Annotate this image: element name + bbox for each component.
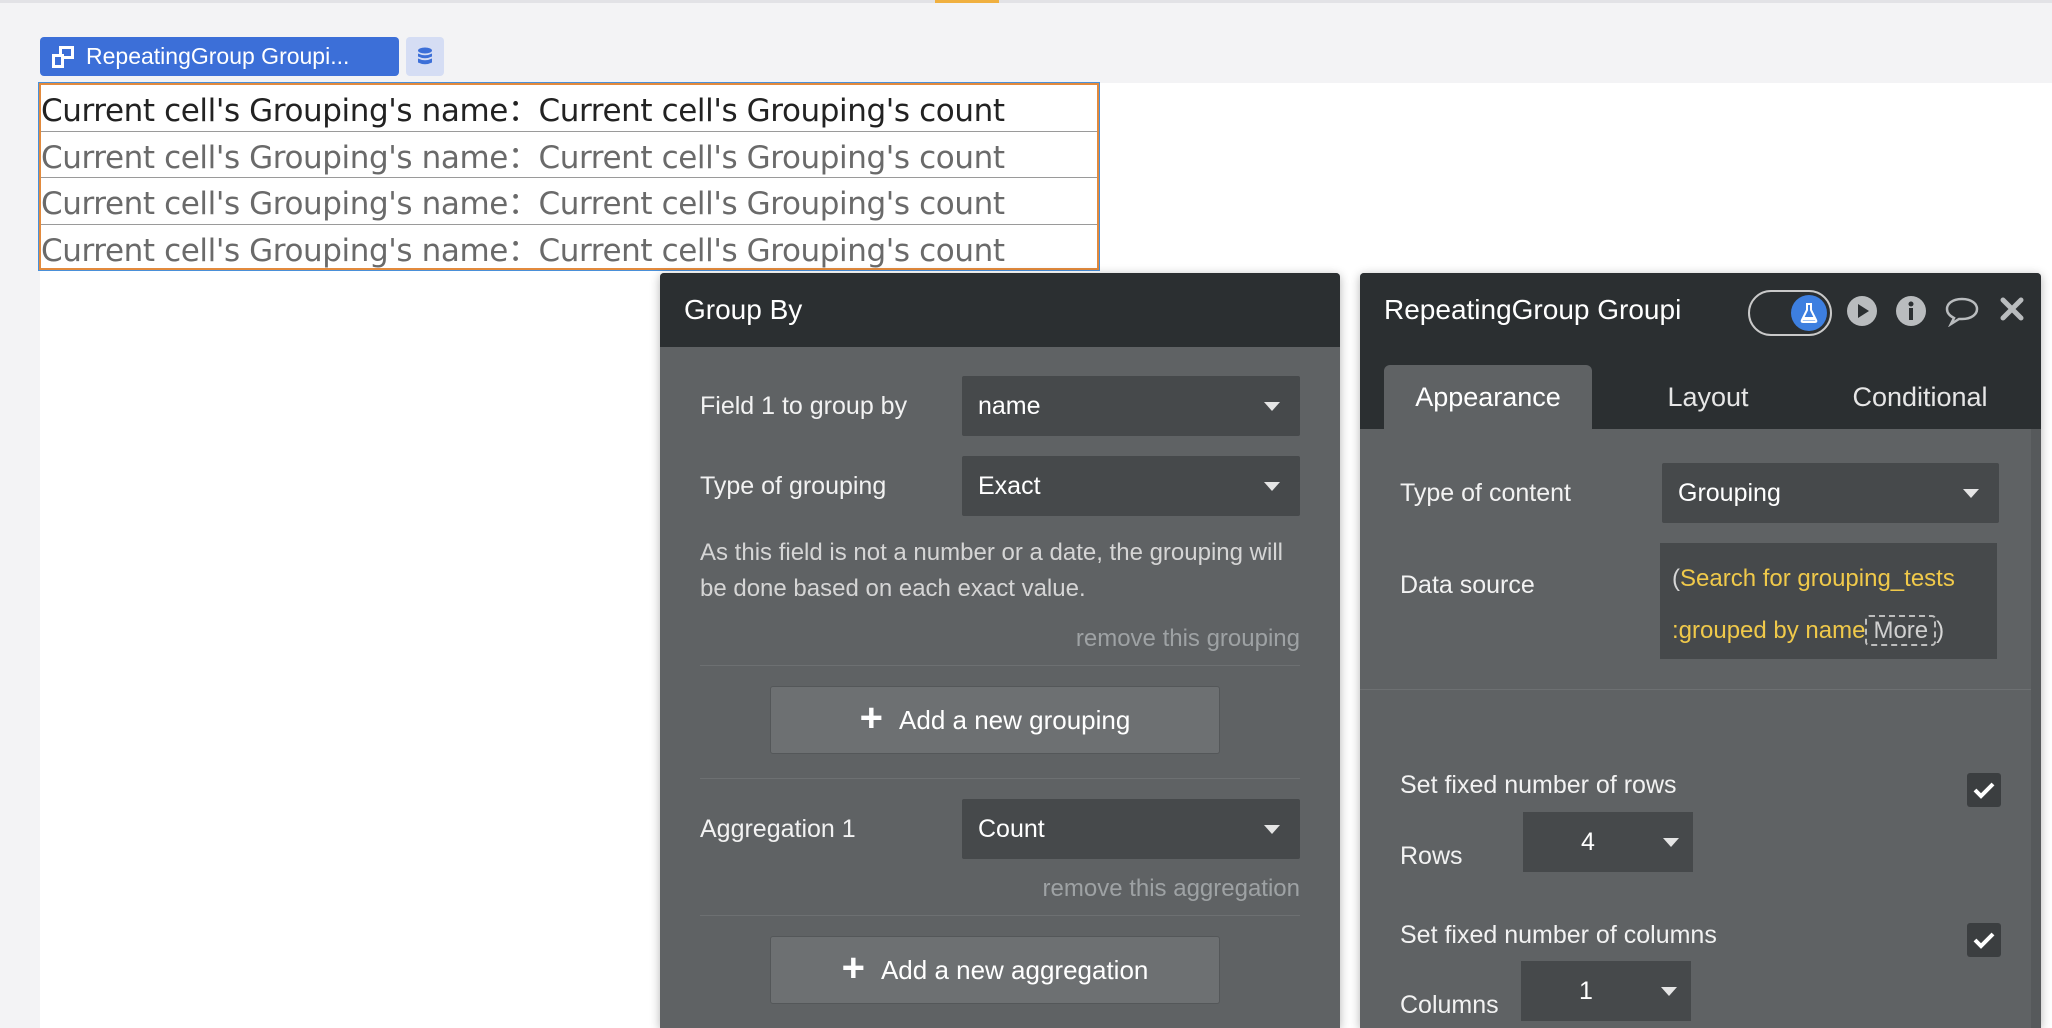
info-icon[interactable]	[1895, 295, 1927, 327]
type-of-content-row: Type of content Grouping	[1400, 463, 2001, 523]
top-bar-accent	[935, 0, 999, 3]
element-name-tag[interactable]: RepeatingGroup Groupi...	[40, 37, 399, 76]
property-tabs: Appearance Layout Conditional	[1360, 347, 2041, 429]
debug-toggle[interactable]	[1748, 290, 1832, 336]
aggregation-row: Aggregation 1 Count	[700, 799, 1300, 859]
field1-value: name	[978, 391, 1041, 420]
divider	[700, 665, 1300, 666]
data-source-line-2: :grouped by name More)	[1672, 605, 1997, 657]
group-by-panel: Group By Field 1 to group by name Type o…	[660, 273, 1340, 1028]
data-source-close-paren: )	[1936, 617, 1945, 644]
plus-icon: +	[859, 696, 884, 740]
data-source-line-1: (Search for grouping_tests	[1672, 553, 1997, 605]
rows-label: Rows	[1400, 842, 1463, 870]
add-aggregation-label: Add a new aggregation	[880, 954, 1149, 985]
chevron-down-icon	[1264, 825, 1280, 834]
add-grouping-label: Add a new grouping	[899, 704, 1131, 735]
type-of-content-value: Grouping	[1678, 478, 1781, 507]
data-source-label: Data source	[1400, 571, 1535, 599]
plus-icon: +	[841, 946, 865, 990]
add-grouping-button[interactable]: + Add a new grouping	[770, 686, 1220, 754]
element-name-label: RepeatingGroup Groupi...	[86, 43, 350, 69]
columns-label: Columns	[1400, 991, 1499, 1019]
fixed-rows-checkbox[interactable]	[1967, 773, 2001, 807]
aggregation-dropdown[interactable]: Count	[962, 799, 1300, 859]
tab-conditional[interactable]: Conditional	[1815, 365, 2025, 429]
rows-value: 4	[1581, 827, 1595, 856]
columns-value: 1	[1579, 976, 1593, 1005]
property-editor-header: RepeatingGroup Groupi	[1360, 273, 2041, 347]
repeating-group-icon	[52, 45, 74, 68]
checkmark-icon	[1973, 782, 1995, 799]
data-source-open-paren: (	[1672, 565, 1680, 592]
fixed-rows-label: Set fixed number of rows	[1400, 771, 1677, 799]
field1-dropdown[interactable]: name	[962, 376, 1300, 436]
tab-appearance[interactable]: Appearance	[1384, 365, 1592, 429]
rg-cell[interactable]: Current cell's Grouping's name：Current c…	[41, 178, 1097, 225]
type-of-content-dropdown[interactable]: Grouping	[1662, 463, 1999, 523]
top-bar-line	[0, 0, 2052, 3]
divider	[700, 915, 1300, 916]
field1-label: Field 1 to group by	[700, 391, 908, 420]
grouping-hint: As this field is not a number or a date,…	[700, 539, 1283, 602]
repeating-group[interactable]: Current cell's Grouping's name：Current c…	[38, 82, 1100, 272]
fixed-columns-checkbox[interactable]	[1967, 923, 2001, 957]
close-icon[interactable]	[1998, 295, 2030, 327]
grouping-type-value: Exact	[978, 471, 1041, 500]
checkmark-icon	[1973, 932, 1995, 949]
flask-icon	[1791, 295, 1827, 331]
fixed-columns-label: Set fixed number of columns	[1400, 921, 1717, 949]
data-source-grouped-by[interactable]: :grouped by name	[1672, 617, 1865, 644]
type-of-content-label: Type of content	[1400, 478, 1571, 507]
data-source-search[interactable]: Search for grouping_tests	[1680, 565, 1955, 592]
grouping-type-row: Type of grouping Exact	[700, 456, 1300, 516]
chevron-down-icon	[1663, 838, 1679, 847]
add-aggregation-button[interactable]: + Add a new aggregation	[770, 936, 1220, 1004]
aggregation-value: Count	[978, 814, 1045, 843]
divider	[1360, 689, 2031, 690]
comment-icon[interactable]	[1944, 295, 1980, 328]
play-icon[interactable]	[1846, 295, 1878, 327]
grouping-type-label: Type of grouping	[700, 471, 887, 500]
rows-dropdown[interactable]: 4	[1523, 812, 1693, 872]
chevron-down-icon	[1963, 489, 1979, 498]
data-source-expression[interactable]: (Search for grouping_tests :grouped by n…	[1660, 543, 1997, 659]
chevron-down-icon	[1264, 402, 1280, 411]
property-editor-panel: RepeatingGroup Groupi Appearance Layout …	[1360, 273, 2041, 1028]
data-source-more-button[interactable]: More	[1865, 615, 1937, 646]
chevron-down-icon	[1264, 482, 1280, 491]
grouping-type-dropdown[interactable]: Exact	[962, 456, 1300, 516]
rg-cell[interactable]: Current cell's Grouping's name：Current c…	[41, 132, 1097, 178]
property-editor-title: RepeatingGroup Groupi	[1384, 294, 1682, 325]
rg-cell[interactable]: Current cell's Grouping's name：Current c…	[41, 225, 1097, 272]
field1-row: Field 1 to group by name	[700, 376, 1300, 436]
columns-dropdown[interactable]: 1	[1521, 961, 1691, 1021]
chevron-down-icon	[1661, 987, 1677, 996]
rg-cell[interactable]: Current cell's Grouping's name：Current c…	[41, 85, 1097, 132]
aggregation-label: Aggregation 1	[700, 814, 856, 843]
remove-grouping-link[interactable]: remove this grouping	[1076, 625, 1300, 653]
divider	[700, 778, 1300, 779]
group-by-title: Group By	[660, 273, 1340, 347]
remove-aggregation-link[interactable]: remove this aggregation	[1043, 875, 1300, 903]
tab-layout[interactable]: Layout	[1608, 365, 1808, 429]
database-icon[interactable]	[406, 37, 444, 76]
scrollbar[interactable]	[2031, 429, 2041, 1028]
